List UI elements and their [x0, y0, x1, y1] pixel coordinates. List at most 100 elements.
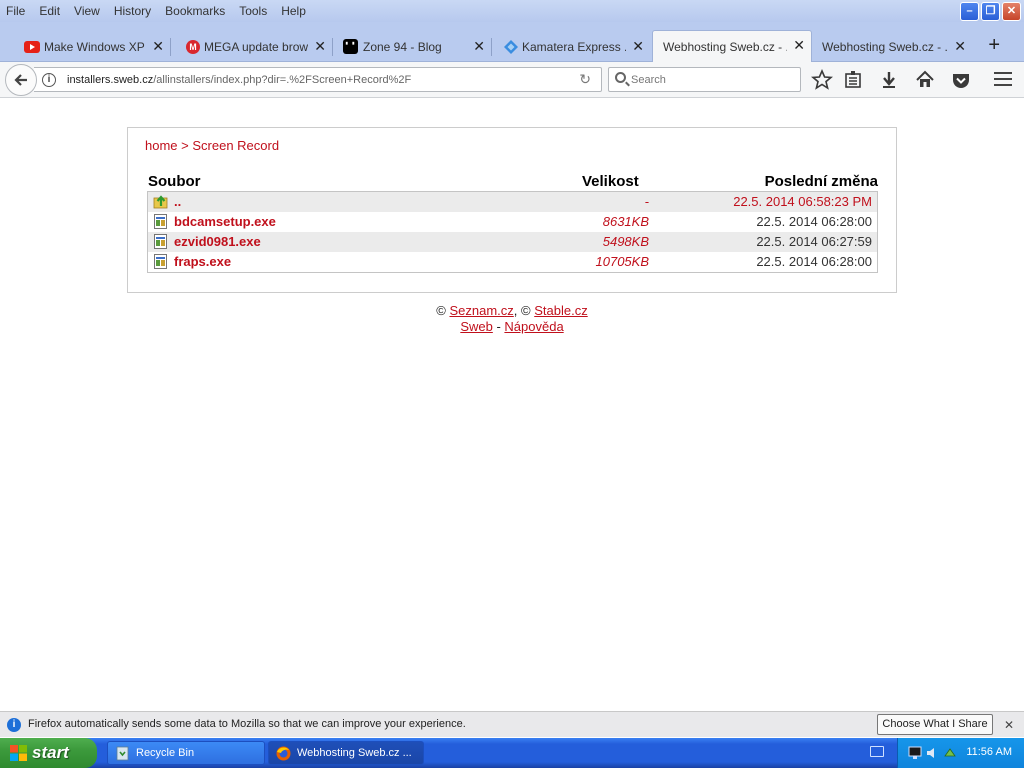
menu-hamburger-icon[interactable] — [994, 72, 1012, 86]
menu-view[interactable]: View — [67, 4, 107, 18]
firefox-icon — [276, 746, 291, 761]
url-domain: installers.sweb.cz — [67, 74, 154, 86]
youtube-icon — [24, 41, 40, 53]
window-controls: – ❐ ✕ — [960, 2, 1021, 21]
directory-listing-panel: home > Screen Record Soubor Velikost Pos… — [127, 127, 897, 293]
taskbar-label: Recycle Bin — [136, 747, 195, 759]
tab-youtube[interactable]: Make Windows XP ... ✕ — [20, 32, 171, 62]
file-name-link[interactable]: ezvid0981.exe — [174, 234, 261, 249]
file-modified: 22.5. 2014 06:58:23 PM — [733, 194, 872, 209]
file-name-link[interactable]: bdcamsetup.exe — [174, 214, 276, 229]
recycle-bin-icon — [116, 746, 129, 761]
footer-dash: - — [492, 319, 505, 334]
close-window-button[interactable]: ✕ — [1002, 2, 1021, 21]
back-arrow-icon — [14, 74, 27, 86]
windows-flag-icon — [10, 745, 27, 761]
tab-label: Make Windows XP ... — [44, 40, 146, 54]
file-size: - — [644, 194, 649, 209]
menu-help[interactable]: Help — [274, 4, 313, 18]
tab-label: Zone 94 - Blog — [363, 40, 442, 54]
tab-label: Kamatera Express ... — [522, 40, 626, 54]
keyboard-layout-icon[interactable] — [870, 746, 884, 757]
close-tab-icon[interactable]: ✕ — [632, 38, 644, 55]
download-icon[interactable] — [878, 69, 900, 91]
bookmark-star-icon[interactable] — [811, 69, 833, 91]
search-bar[interactable] — [608, 67, 801, 92]
safely-remove-icon[interactable] — [943, 746, 957, 760]
breadcrumb-separator: > — [177, 138, 193, 153]
stable-link[interactable]: Stable.cz — [534, 303, 587, 318]
column-header-size[interactable]: Velikost — [582, 173, 639, 190]
reading-list-icon[interactable] — [842, 69, 864, 91]
minimize-button[interactable]: – — [960, 2, 979, 21]
tab-zone94[interactable]: Zone 94 - Blog ✕ — [339, 32, 492, 62]
close-tab-icon[interactable]: ✕ — [793, 37, 805, 54]
reload-icon[interactable]: ↻ — [579, 71, 591, 88]
seznam-link[interactable]: Seznam.cz — [449, 303, 513, 318]
listing-header: Soubor Velikost Poslední změna — [148, 173, 878, 191]
taskbar-label: Webhosting Sweb.cz ... — [297, 747, 412, 759]
close-tab-icon[interactable]: ✕ — [314, 38, 326, 55]
tab-webhosting[interactable]: Webhosting Sweb.cz - ... ✕ — [812, 32, 972, 62]
notification-bar: i Firefox automatically sends some data … — [0, 711, 1024, 737]
clock[interactable]: 11:56 AM — [966, 746, 1012, 758]
system-tray: 11:56 AM — [897, 738, 1024, 768]
tab-mega[interactable]: M MEGA update brow... ✕ — [180, 32, 333, 62]
tab-webhosting-active[interactable]: Webhosting Sweb.cz - ... ✕ — [652, 30, 812, 62]
file-modified: 22.5. 2014 06:28:00 — [756, 254, 872, 269]
url-text[interactable]: installers.sweb.cz/allinstallers/index.p… — [67, 74, 411, 86]
column-header-modified[interactable]: Poslední změna — [765, 173, 878, 190]
speaker-icon[interactable] — [925, 746, 939, 760]
list-item-bdcamsetup[interactable]: bdcamsetup.exe 8631KB 22.5. 2014 06:28:0… — [148, 212, 877, 232]
info-icon: i — [7, 718, 21, 732]
menu-bookmarks[interactable]: Bookmarks — [158, 4, 232, 18]
list-item-ezvid[interactable]: ezvid0981.exe 5498KB 22.5. 2014 06:27:59 — [148, 232, 877, 252]
new-tab-icon[interactable]: + — [988, 34, 1000, 57]
choose-what-i-share-button[interactable]: Choose What I Share — [877, 714, 993, 735]
footer-links: Sweb - Nápověda — [0, 319, 1024, 334]
copyright-text: © — [436, 303, 450, 318]
taskbar-item-firefox[interactable]: Webhosting Sweb.cz ... — [268, 741, 424, 765]
url-bar[interactable]: i installers.sweb.cz/allinstallers/index… — [34, 67, 602, 92]
pocket-icon[interactable] — [950, 69, 972, 91]
menu-file[interactable]: File — [0, 4, 32, 18]
column-header-name[interactable]: Soubor — [148, 173, 201, 190]
search-icon — [615, 72, 626, 83]
tab-separator — [170, 38, 171, 56]
svg-text:M: M — [189, 42, 196, 52]
copyright-text: , © — [513, 303, 535, 318]
menu-history[interactable]: History — [107, 4, 158, 18]
navigation-toolbar: i installers.sweb.cz/allinstallers/index… — [0, 62, 1024, 98]
list-item-parent-dir[interactable]: .. - 22.5. 2014 06:58:23 PM — [148, 192, 877, 212]
info-icon[interactable]: i — [42, 73, 56, 87]
back-button[interactable] — [5, 64, 37, 96]
file-name-link[interactable]: .. — [174, 194, 181, 209]
exe-file-icon — [154, 254, 167, 269]
search-input[interactable] — [631, 72, 791, 88]
up-folder-icon — [153, 195, 168, 209]
tab-label: MEGA update brow... — [204, 40, 308, 54]
close-tab-icon[interactable]: ✕ — [954, 38, 966, 55]
exe-file-icon — [154, 234, 167, 249]
taskbar-item-recycle-bin[interactable]: Recycle Bin — [107, 741, 265, 765]
list-item-fraps[interactable]: fraps.exe 10705KB 22.5. 2014 06:28:00 — [148, 252, 877, 272]
file-name-link[interactable]: fraps.exe — [174, 254, 231, 269]
home-icon[interactable] — [914, 69, 936, 91]
mega-icon: M — [186, 40, 200, 54]
close-tab-icon[interactable]: ✕ — [152, 38, 164, 55]
restore-button[interactable]: ❐ — [981, 2, 1000, 21]
network-monitor-icon[interactable] — [908, 746, 922, 760]
file-size: 10705KB — [595, 254, 650, 269]
help-link[interactable]: Nápověda — [504, 319, 563, 334]
start-label: start — [32, 743, 69, 762]
breadcrumb-home-link[interactable]: home — [145, 138, 178, 153]
menu-edit[interactable]: Edit — [32, 4, 67, 18]
start-button[interactable]: start — [0, 738, 97, 768]
kamatera-icon — [504, 40, 518, 54]
menu-tools[interactable]: Tools — [232, 4, 274, 18]
close-icon[interactable]: ✕ — [1004, 718, 1014, 732]
tab-kamatera[interactable]: Kamatera Express ... ✕ — [498, 32, 650, 62]
close-tab-icon[interactable]: ✕ — [473, 38, 485, 55]
sweb-link[interactable]: Sweb — [460, 319, 493, 334]
tab-label: Webhosting Sweb.cz - ... — [822, 40, 948, 54]
